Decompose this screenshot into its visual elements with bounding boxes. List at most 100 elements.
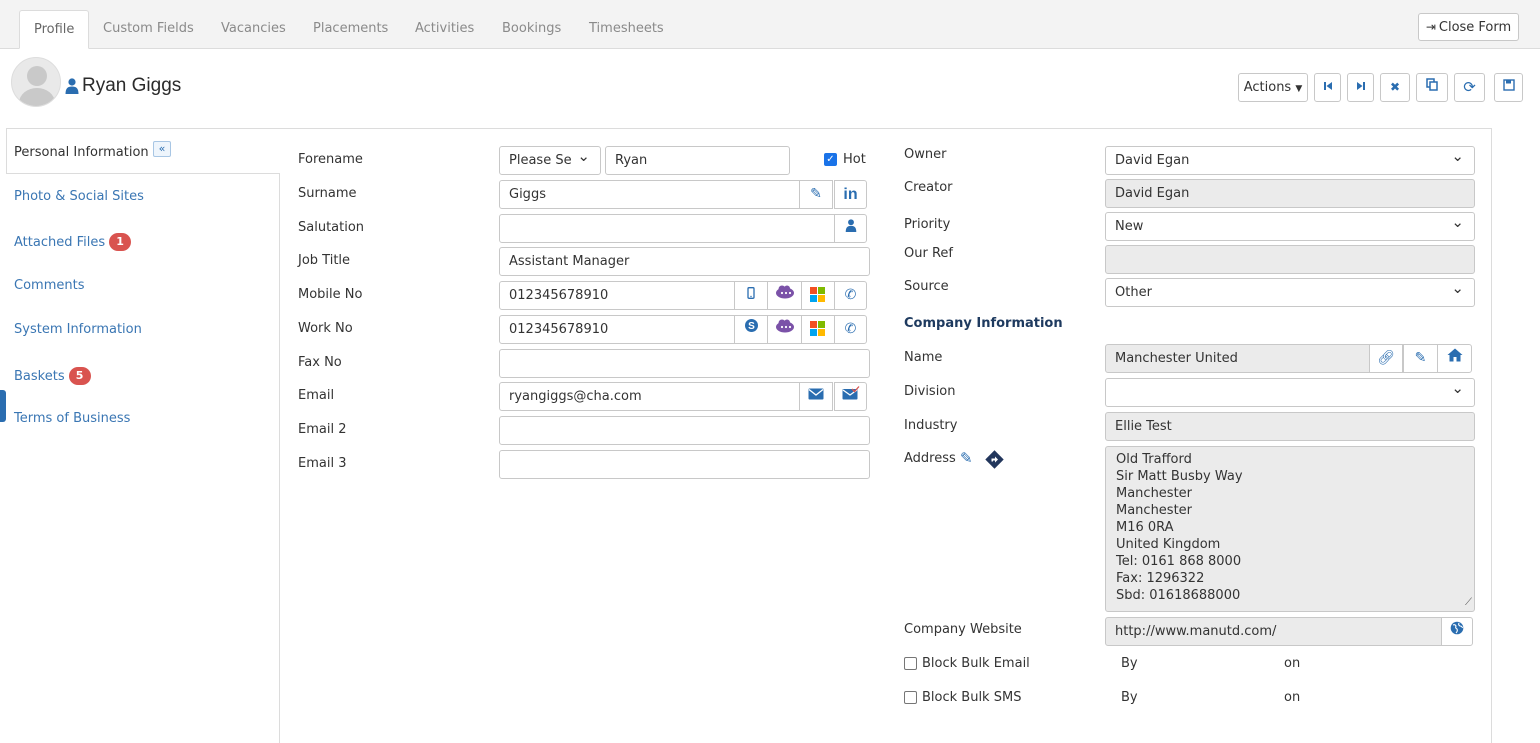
refresh-icon: ⟳ — [1463, 78, 1476, 96]
chat-cloud-icon — [775, 285, 794, 299]
resize-handle[interactable]: ⟋ — [1465, 594, 1472, 611]
work-input[interactable]: 012345678910 — [499, 315, 735, 344]
double-chevron-left-icon: « — [158, 142, 166, 155]
last-record-button[interactable] — [1347, 73, 1374, 102]
priority-select[interactable]: New — [1105, 212, 1475, 241]
forename-input[interactable]: Ryan — [605, 146, 790, 175]
count-badge: 5 — [68, 367, 91, 385]
microsoft-teams-button[interactable] — [801, 315, 835, 344]
call-work-button[interactable]: ✆ — [834, 315, 867, 344]
block-email-by-label: By — [1121, 656, 1138, 671]
sidebar-item-attached-files[interactable]: Attached Files 1 — [14, 233, 132, 251]
tab-profile[interactable]: Profile — [19, 10, 90, 49]
sidebar-item-terms-of-business[interactable]: Terms of Business — [14, 411, 130, 426]
job-title-label: Job Title — [298, 253, 351, 268]
open-website-button[interactable] — [1441, 617, 1473, 646]
source-select[interactable]: Other — [1105, 278, 1475, 307]
close-form-label: Close Form — [1438, 20, 1512, 35]
side-handle[interactable] — [0, 390, 6, 422]
surname-input[interactable]: Giggs — [499, 180, 800, 209]
address-line: Old Trafford — [1116, 452, 1192, 467]
svg-text:S: S — [748, 321, 755, 332]
save-button[interactable] — [1494, 73, 1523, 102]
email3-input[interactable] — [499, 450, 870, 479]
edit-company-button[interactable]: ✎ — [1403, 344, 1438, 373]
edit-address-icon[interactable]: ✎ — [960, 449, 973, 467]
company-home-button[interactable] — [1437, 344, 1472, 373]
link-company-button[interactable]: 🔗︎ — [1369, 344, 1403, 373]
user-icon — [65, 78, 79, 94]
address-line: Fax: 1296322 — [1116, 571, 1205, 586]
job-title-input[interactable]: Assistant Manager — [499, 247, 870, 276]
tab-activities[interactable]: Activities — [401, 10, 488, 49]
home-icon — [1447, 348, 1462, 362]
sidebar-item-baskets[interactable]: Baskets 5 — [14, 367, 91, 385]
skype-icon: S — [744, 319, 758, 332]
messaging-app-button[interactable] — [767, 315, 802, 344]
refresh-button[interactable]: ⟳ — [1454, 73, 1485, 102]
creator-label: Creator — [904, 180, 953, 195]
call-mobile-button[interactable]: ✆ — [834, 281, 867, 310]
fax-input[interactable] — [499, 349, 870, 378]
messaging-app-button[interactable] — [767, 281, 802, 310]
tab-placements[interactable]: Placements — [299, 10, 402, 49]
sidebar-item-system-information[interactable]: System Information — [14, 322, 142, 337]
nav-divider — [279, 174, 280, 743]
envelope-icon — [808, 388, 824, 400]
close-form-button[interactable]: ⇥ Close Form — [1418, 13, 1519, 41]
tab-bookings[interactable]: Bookings — [488, 10, 575, 49]
salutation-user-button[interactable] — [834, 214, 867, 243]
address-line: M16 0RA — [1116, 520, 1174, 535]
tab-timesheets[interactable]: Timesheets — [575, 10, 678, 49]
sidebar-item-photo-social[interactable]: Photo & Social Sites — [14, 189, 144, 204]
email2-input[interactable] — [499, 416, 870, 445]
surname-label: Surname — [298, 186, 357, 201]
panel-border — [6, 128, 7, 174]
delete-button[interactable]: ✖ — [1380, 73, 1410, 102]
globe-icon — [1450, 621, 1464, 635]
skype-button[interactable]: S — [734, 315, 768, 344]
salutation-input[interactable] — [499, 214, 835, 243]
linkedin-button[interactable]: in — [834, 180, 867, 209]
division-select[interactable] — [1105, 378, 1475, 407]
industry-field: Ellie Test — [1105, 412, 1475, 441]
tab-vacancies[interactable]: Vacancies — [207, 10, 300, 49]
send-email-button[interactable] — [799, 382, 833, 411]
sidebar-item-personal-information[interactable]: Personal Information — [14, 145, 149, 160]
block-bulk-sms-label: Block Bulk SMS — [922, 690, 1022, 705]
title-select[interactable]: Please Se — [499, 146, 601, 175]
actions-dropdown[interactable]: Actions ▼ — [1238, 73, 1308, 102]
email2-label: Email 2 — [298, 422, 347, 437]
mobile-device-button[interactable] — [734, 281, 768, 310]
copy-button[interactable] — [1416, 73, 1448, 102]
block-bulk-sms-checkbox[interactable] — [904, 691, 917, 704]
email-label: Email — [298, 388, 335, 403]
sign-out-icon: ⇥ — [1425, 20, 1436, 34]
microsoft-teams-button[interactable] — [801, 281, 835, 310]
company-website-field: http://www.manutd.com/ — [1105, 617, 1442, 646]
hot-checkbox[interactable]: ✓ — [824, 153, 837, 166]
address-textarea[interactable]: Old Trafford Sir Matt Busby Way Manchest… — [1105, 446, 1475, 612]
first-record-button[interactable] — [1314, 73, 1341, 102]
priority-label: Priority — [904, 217, 951, 232]
directions-icon[interactable] — [984, 449, 1005, 470]
edit-surname-button[interactable]: ✎ — [799, 180, 833, 209]
block-bulk-email-checkbox[interactable] — [904, 657, 917, 670]
work-label: Work No — [298, 321, 353, 336]
mobile-input[interactable]: 012345678910 — [499, 281, 735, 310]
collapse-sidebar-button[interactable]: « — [153, 141, 171, 157]
avatar[interactable] — [11, 57, 61, 107]
close-icon: ✖ — [1389, 80, 1401, 94]
sidebar-item-comments[interactable]: Comments — [14, 278, 84, 293]
source-label: Source — [904, 279, 949, 294]
panel-border — [6, 128, 1492, 129]
phone-icon: ✆ — [844, 287, 857, 303]
owner-select[interactable]: David Egan — [1105, 146, 1475, 175]
chat-cloud-icon — [775, 319, 794, 333]
mobile-label: Mobile No — [298, 287, 363, 302]
step-backward-icon — [1323, 82, 1332, 90]
person-name: Ryan Giggs — [82, 75, 182, 96]
email-verify-button[interactable] — [834, 382, 867, 411]
tab-custom-fields[interactable]: Custom Fields — [89, 10, 208, 49]
email-input[interactable]: ryangiggs@cha.com — [499, 382, 800, 411]
